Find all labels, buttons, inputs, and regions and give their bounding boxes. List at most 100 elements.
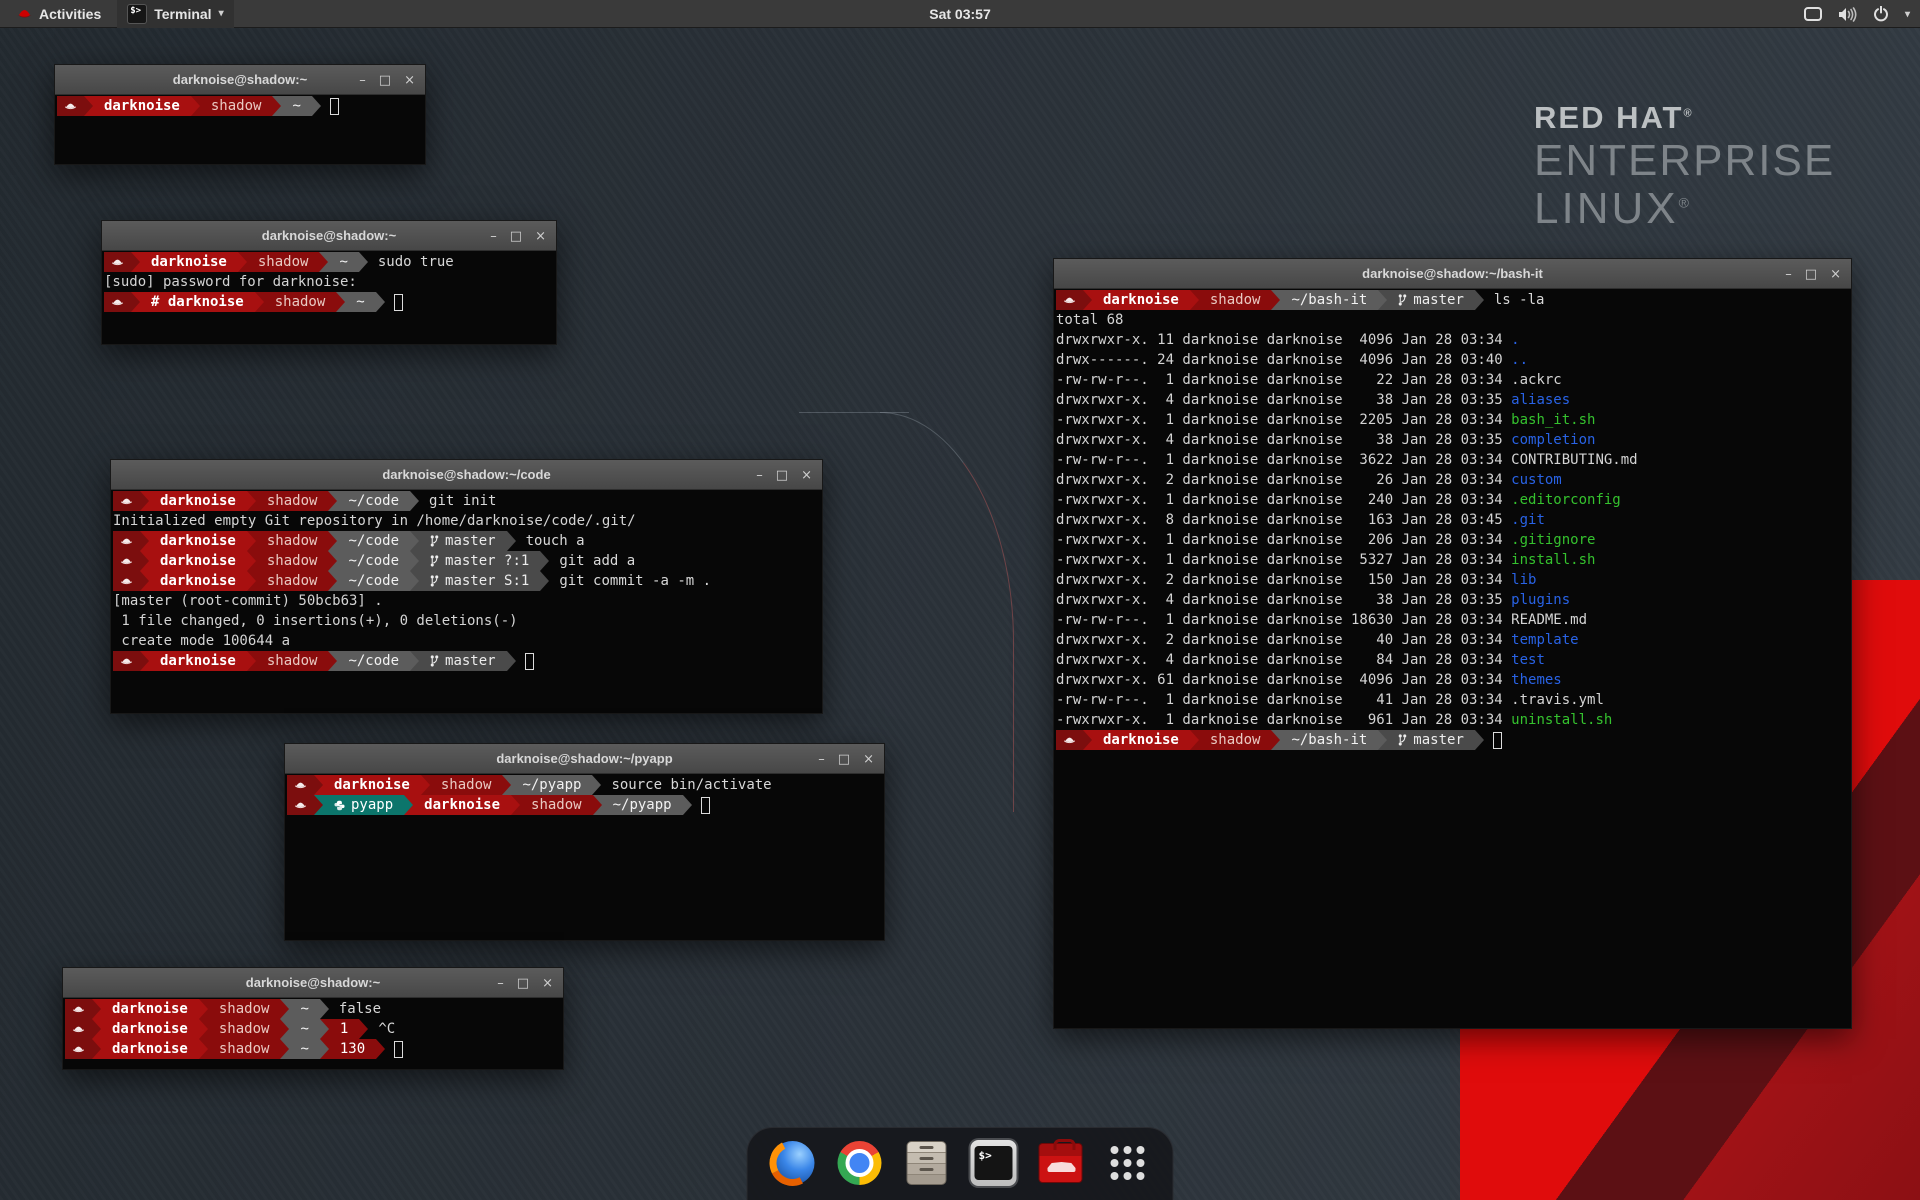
dock-terminal-icon[interactable]: $>: [969, 1138, 1019, 1188]
minimize-button[interactable]: –: [1785, 268, 1792, 281]
window-title: darknoise@shadow:~/bash-it: [1362, 266, 1543, 281]
prompt-segment-host: shadow: [200, 96, 273, 116]
prompt-segment-hat: [287, 795, 314, 815]
redhat-fedora-icon: [120, 536, 133, 546]
activities-button[interactable]: Activities: [8, 0, 109, 28]
redhat-fedora-icon: [1063, 735, 1076, 745]
dock-chrome-icon[interactable]: [835, 1138, 885, 1188]
powerline-arrow-icon: [1271, 730, 1280, 750]
terminal-line: -rwxrwxr-x. 1 darknoise darknoise 2205 J…: [1056, 410, 1849, 430]
terminal-line: Initialized empty Git repository in /hom…: [113, 511, 820, 531]
terminal-body[interactable]: darknoiseshadow~/codegit initInitialized…: [111, 490, 822, 713]
powerline-arrow-icon: [359, 252, 368, 272]
ls-file-name: .gitignore: [1511, 530, 1595, 550]
dock-firefox-icon[interactable]: [768, 1138, 818, 1188]
prompt-segment-hat: [287, 775, 314, 795]
terminal-window-pyapp[interactable]: darknoise@shadow:~/pyapp–□×darknoiseshad…: [284, 743, 885, 941]
powerline-arrow-icon: [328, 531, 337, 551]
prompt-segment-user: darknoise: [149, 491, 247, 511]
ls-file-name: README.md: [1511, 610, 1587, 630]
window-title: darknoise@shadow:~/code: [382, 467, 550, 482]
terminal-body[interactable]: darknoiseshadow~: [55, 95, 425, 164]
prompt-segment-user: darknoise: [1092, 290, 1190, 310]
close-button[interactable]: ×: [801, 469, 812, 482]
minimize-button[interactable]: –: [818, 753, 825, 766]
powerline-arrow-icon: [359, 1019, 368, 1039]
minimize-button[interactable]: –: [756, 469, 763, 482]
minimize-button[interactable]: –: [359, 74, 366, 87]
command-text: git init: [429, 491, 496, 511]
prompt-segment-hat: [57, 96, 84, 116]
app-menu-button[interactable]: $> Terminal ▾: [117, 0, 233, 28]
dock-toolbox-icon[interactable]: [1036, 1138, 1086, 1188]
terminal-window-home-1[interactable]: darknoise@shadow:~–□×darknoiseshadow~: [54, 64, 426, 165]
terminal-line: -rw-rw-r--. 1 darknoise darknoise 18630 …: [1056, 610, 1849, 630]
powerline-arrow-icon: [247, 551, 256, 571]
window-titlebar[interactable]: darknoise@shadow:~/pyapp–□×: [285, 744, 884, 774]
display-icon[interactable]: [1804, 7, 1822, 21]
close-button[interactable]: ×: [542, 977, 553, 990]
terminal-window-bash-it[interactable]: darknoise@shadow:~/bash-it –□ × darknoisesh…: [1053, 258, 1852, 1029]
powerline-arrow-icon: [320, 999, 329, 1019]
maximize-button[interactable]: □: [510, 230, 522, 243]
chevron-down-icon[interactable]: ▾: [1905, 9, 1910, 20]
redhat-fedora-icon: [72, 1024, 85, 1034]
powerline-arrow-icon: [255, 292, 264, 312]
dock-app-grid-icon[interactable]: [1103, 1138, 1153, 1188]
ls-file-name: .git: [1511, 510, 1545, 530]
prompt-segment-user: darknoise: [149, 551, 247, 571]
powerline-arrow-icon: [376, 292, 385, 312]
minimize-button[interactable]: –: [490, 230, 497, 243]
powerline-arrow-icon: [593, 795, 602, 815]
powerline-arrow-icon: [247, 651, 256, 671]
maximize-button[interactable]: □: [776, 469, 788, 482]
terminal-line: darknoiseshadow~/codemaster ?:1git add a: [113, 551, 820, 571]
close-button[interactable]: ×: [1830, 268, 1841, 281]
close-button[interactable]: ×: [535, 230, 546, 243]
clock[interactable]: Sat 03:57: [929, 6, 990, 22]
power-icon[interactable]: [1873, 6, 1889, 22]
terminal-line: darknoiseshadow~sudo true: [104, 252, 554, 272]
close-button[interactable]: ×: [404, 74, 415, 87]
terminal-body[interactable]: darknoiseshadow~sudo true[sudo] password…: [102, 251, 556, 344]
terminal-body[interactable]: darknoiseshadow~/bash-itmasterls -latota…: [1054, 289, 1851, 1028]
prompt-segment-host: shadow: [208, 1039, 281, 1059]
terminal-window-code[interactable]: darknoise@shadow:~/code –□ × darknoiseshado…: [110, 459, 823, 714]
window-titlebar[interactable]: darknoise@shadow:~/bash-it –□ ×: [1054, 259, 1851, 289]
ls-line-meta: drwx------. 24 darknoise darknoise 4096 …: [1056, 350, 1511, 370]
minimize-button[interactable]: –: [497, 977, 504, 990]
volume-icon[interactable]: [1838, 7, 1857, 22]
output-text: [master (root-commit) 50bcb63] .: [113, 591, 383, 611]
activities-label: Activities: [39, 6, 101, 22]
prompt-segment-hat: [113, 551, 140, 571]
powerline-arrow-icon: [328, 491, 337, 511]
ls-line-meta: -rwxrwxr-x. 1 darknoise darknoise 240 Ja…: [1056, 490, 1511, 510]
terminal-body[interactable]: darknoiseshadow~/pyappsource bin/activat…: [285, 774, 884, 940]
powerline-arrow-icon: [410, 491, 419, 511]
redhat-fedora-icon: [111, 257, 124, 267]
terminal-window-exit-codes[interactable]: darknoise@shadow:~–□×darknoiseshadow~fal…: [62, 967, 564, 1070]
prompt-segment-hat: [113, 491, 140, 511]
window-titlebar[interactable]: darknoise@shadow:~–□×: [63, 968, 563, 998]
window-titlebar[interactable]: darknoise@shadow:~–□×: [55, 65, 425, 95]
terminal-cursor: [701, 797, 710, 814]
ls-line-meta: -rwxrwxr-x. 1 darknoise darknoise 5327 J…: [1056, 550, 1511, 570]
terminal-line: drwxrwxr-x. 61 darknoise darknoise 4096 …: [1056, 670, 1849, 690]
maximize-button[interactable]: □: [379, 74, 391, 87]
dock-files-icon[interactable]: [902, 1138, 952, 1188]
prompt-segment-user: darknoise: [323, 775, 421, 795]
powerline-arrow-icon: [1190, 730, 1199, 750]
prompt-segment-path: ~: [281, 96, 311, 116]
terminal-body[interactable]: darknoiseshadow~falsedarknoiseshadow~1^C…: [63, 998, 563, 1069]
terminal-line: darknoiseshadow~false: [65, 999, 561, 1019]
maximize-button[interactable]: □: [517, 977, 529, 990]
prompt-segment-hat: [1056, 730, 1083, 750]
window-titlebar[interactable]: darknoise@shadow:~–□×: [102, 221, 556, 251]
close-button[interactable]: ×: [863, 753, 874, 766]
terminal-line: 1 file changed, 0 insertions(+), 0 delet…: [113, 611, 820, 631]
maximize-button[interactable]: □: [838, 753, 850, 766]
terminal-line: -rw-rw-r--. 1 darknoise darknoise 22 Jan…: [1056, 370, 1849, 390]
window-titlebar[interactable]: darknoise@shadow:~/code –□ ×: [111, 460, 822, 490]
maximize-button[interactable]: □: [1805, 268, 1817, 281]
terminal-window-sudo[interactable]: darknoise@shadow:~–□×darknoiseshadow~sud…: [101, 220, 557, 345]
